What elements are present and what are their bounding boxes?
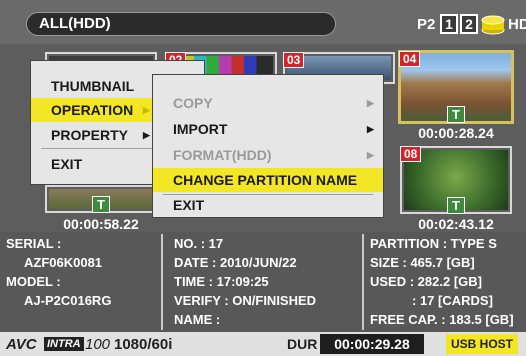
menu-item-label: IMPORT <box>173 121 228 137</box>
date: DATE : 2010/JUN/22 <box>174 255 297 270</box>
duration-value: 00:00:29.28 <box>320 334 424 354</box>
menu-item-label: EXIT <box>51 156 83 172</box>
serial-label: SERIAL : <box>6 236 62 251</box>
partition: PARTITION : TYPE S <box>370 236 497 251</box>
thumbnail-05[interactable]: T <box>45 185 157 213</box>
menu-item-label: CHANGE PARTITION NAME <box>173 172 358 188</box>
drive-label: HDD <box>508 16 526 33</box>
menu-item-label: COPY <box>173 95 213 111</box>
thumbnail-timecode: 00:00:28.24 <box>418 125 494 141</box>
slot-2-indicator: 2 <box>460 14 478 34</box>
card-count: : 17 [CARDS] <box>412 293 493 308</box>
submenu-item-format-hdd[interactable]: FORMAT(HDD) ▶ <box>153 143 383 167</box>
duration-label: DUR <box>287 336 318 352</box>
time: TIME : 17:09:25 <box>174 274 269 289</box>
used: USED : 282.2 [GB] <box>370 274 482 289</box>
menu-item-label: FORMAT(HDD) <box>173 147 272 163</box>
submenu-item-copy[interactable]: COPY ▶ <box>153 91 383 115</box>
clip-number: 04 <box>399 51 421 67</box>
model-value: AJ-P2C016RG <box>24 293 112 308</box>
divider <box>362 234 364 330</box>
menu-item-label: OPERATION <box>51 102 134 118</box>
slot-1-indicator: 1 <box>440 14 458 34</box>
codec-rate: 100 <box>85 336 111 353</box>
clip-number: 03 <box>283 52 305 68</box>
thumbnail-badge: T <box>447 197 465 214</box>
thumbnail-badge: T <box>92 196 110 213</box>
arrow-right-icon: ▶ <box>367 150 374 160</box>
usb-host-indicator: USB HOST <box>446 334 518 354</box>
clip-number: 08 <box>400 146 422 162</box>
name: NAME : <box>174 312 221 327</box>
thumbnail-timecode: 00:00:58.22 <box>63 216 139 232</box>
page-title: ALL(HDD) <box>26 12 336 36</box>
arrow-right-icon: ▶ <box>143 105 150 115</box>
menu-item-label: THUMBNAIL <box>51 78 135 94</box>
serial-value: AZF06K0081 <box>24 255 103 270</box>
submenu-item-import[interactable]: IMPORT ▶ <box>153 117 383 141</box>
video-format: 1080/60i <box>114 336 173 353</box>
model-label: MODEL : <box>6 274 61 289</box>
divider <box>161 234 163 330</box>
menu-item-label: PROPERTY <box>51 127 129 143</box>
codec-badge: INTRA <box>44 337 84 351</box>
submenu-item-change-partition-name[interactable]: CHANGE PARTITION NAME <box>153 168 383 192</box>
arrow-right-icon: ▶ <box>367 98 374 108</box>
thumbnail-timecode: 00:02:43.12 <box>418 216 494 232</box>
hdd-icon <box>481 15 505 35</box>
arrow-right-icon: ▶ <box>367 124 374 134</box>
thumbnail-badge: T <box>447 106 465 123</box>
thumbnail-04[interactable]: 04 T <box>398 50 514 124</box>
menu-item-label: EXIT <box>173 197 205 213</box>
arrow-right-icon: ▶ <box>143 130 150 140</box>
operation-submenu: COPY ▶ IMPORT ▶ FORMAT(HDD) ▶ CHANGE PAR… <box>152 74 384 218</box>
thumbnail-08[interactable]: 08 T <box>400 146 512 214</box>
size: SIZE : 465.7 [GB] <box>370 255 475 270</box>
p2-label: P2 <box>417 16 436 33</box>
verify: VERIFY : ON/FINISHED <box>174 293 317 308</box>
submenu-item-exit[interactable]: EXIT <box>153 193 383 217</box>
free-capacity: FREE CAP. : 183.5 [GB] <box>370 312 514 327</box>
clip-no: NO. : 17 <box>174 236 224 251</box>
codec-prefix: AVC <box>6 336 37 353</box>
